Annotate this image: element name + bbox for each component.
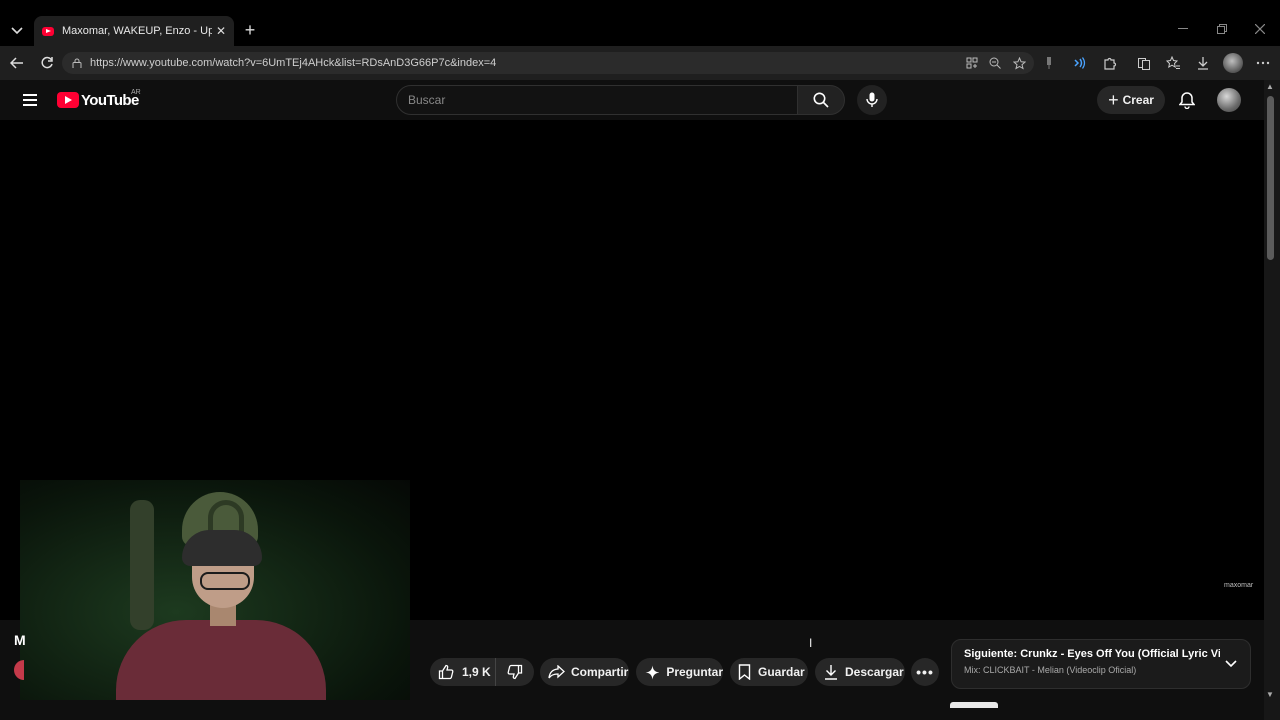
create-label: Crear bbox=[1122, 93, 1154, 107]
close-window-icon[interactable] bbox=[1250, 20, 1270, 38]
up-next-title: Crunkz - Eyes Off You (Official Lyric Vi… bbox=[1020, 648, 1220, 660]
text-cursor-icon: I bbox=[809, 636, 813, 650]
thumbs-down-icon bbox=[507, 664, 523, 680]
download-label: Descargar bbox=[845, 665, 904, 679]
minimize-icon[interactable] bbox=[1173, 20, 1193, 38]
download-button[interactable]: Descargar bbox=[815, 658, 905, 686]
video-title-fragment: M bbox=[14, 632, 26, 648]
browser-menu-icon[interactable] bbox=[1254, 54, 1272, 72]
more-actions-button[interactable]: ••• bbox=[911, 658, 939, 686]
scrollbar-thumb[interactable] bbox=[1267, 96, 1274, 260]
search-box[interactable] bbox=[396, 85, 798, 115]
tab-list-button[interactable] bbox=[6, 20, 28, 42]
star-glyph bbox=[1012, 56, 1026, 70]
address-bar[interactable]: https://www.youtube.com/watch?v=6UmTEj4A… bbox=[62, 52, 1034, 74]
dislike-button[interactable] bbox=[496, 658, 534, 686]
restore-icon[interactable] bbox=[1212, 20, 1232, 38]
favorites-icon[interactable] bbox=[1164, 54, 1182, 72]
chevron-down-icon bbox=[11, 27, 23, 35]
favorite-star-icon[interactable] bbox=[1011, 55, 1027, 71]
puzzle-glyph bbox=[1104, 57, 1117, 70]
ellipsis-glyph bbox=[1256, 61, 1270, 65]
star-list-glyph bbox=[1166, 56, 1180, 69]
split-screen-icon[interactable] bbox=[1135, 54, 1153, 72]
voice-search-button[interactable] bbox=[857, 85, 887, 115]
extensions-puzzle-icon[interactable] bbox=[1101, 54, 1119, 72]
zoom-icon[interactable] bbox=[987, 55, 1003, 71]
chevron-glyph bbox=[1225, 660, 1237, 668]
tab-title: Maxomar, WAKEUP, Enzo - Up & D bbox=[62, 25, 212, 37]
search-button[interactable] bbox=[797, 85, 845, 115]
pin-glyph bbox=[1047, 57, 1051, 69]
reload-button[interactable] bbox=[37, 53, 57, 73]
webcam-overlay bbox=[20, 480, 410, 700]
minimize-glyph bbox=[1178, 28, 1188, 29]
video-watermark: maxomar bbox=[1224, 582, 1254, 589]
pages-glyph bbox=[1138, 58, 1150, 70]
create-button[interactable]: + Crear bbox=[1097, 86, 1165, 114]
microphone-icon bbox=[866, 92, 878, 107]
ask-button[interactable]: Preguntar bbox=[636, 658, 723, 686]
like-count: 1,9 K bbox=[462, 665, 491, 679]
country-code: AR bbox=[131, 89, 141, 96]
back-button[interactable] bbox=[7, 53, 27, 73]
downloads-icon[interactable] bbox=[1194, 54, 1212, 72]
sparkle-icon bbox=[645, 665, 660, 679]
thumbs-up-icon bbox=[438, 664, 454, 680]
close-glyph bbox=[1255, 24, 1265, 34]
ask-label: Preguntar bbox=[666, 665, 723, 679]
account-avatar[interactable] bbox=[1217, 88, 1241, 112]
up-next-mix: Mix: CLICKBAIT - Melian (Videoclip Ofici… bbox=[964, 665, 1137, 675]
reload-icon bbox=[41, 56, 53, 69]
chevron-down-icon[interactable] bbox=[1224, 657, 1238, 671]
share-arrow-icon bbox=[548, 665, 565, 679]
share-button[interactable]: Compartir bbox=[540, 658, 629, 686]
app-available-icon[interactable] bbox=[964, 55, 980, 71]
back-arrow-icon bbox=[10, 57, 23, 69]
search-icon bbox=[813, 92, 829, 108]
new-tab-button[interactable]: + bbox=[240, 20, 260, 40]
share-label: Compartir bbox=[571, 665, 629, 679]
save-label: Guardar bbox=[758, 665, 805, 679]
browser-tab-active[interactable]: Maxomar, WAKEUP, Enzo - Up & D ✕ bbox=[34, 16, 234, 46]
up-next-line: Siguiente: Crunkz - Eyes Off You (Offici… bbox=[964, 648, 1220, 660]
tab-close-icon[interactable]: ✕ bbox=[216, 24, 226, 38]
guide-menu-icon[interactable] bbox=[20, 90, 40, 110]
youtube-favicon-icon bbox=[42, 26, 54, 36]
search-input[interactable] bbox=[408, 93, 778, 107]
download-glyph bbox=[1198, 57, 1208, 70]
read-aloud-icon[interactable] bbox=[1070, 54, 1088, 72]
magnifier-glyph bbox=[989, 57, 1001, 69]
glasses-shape bbox=[200, 572, 250, 590]
bell-glyph bbox=[1179, 92, 1195, 109]
save-button[interactable]: Guardar bbox=[730, 658, 808, 686]
chip-fragment[interactable] bbox=[950, 702, 998, 708]
like-button[interactable]: 1,9 K bbox=[430, 658, 496, 686]
grid-glyph bbox=[966, 57, 978, 69]
restore-glyph bbox=[1217, 24, 1227, 34]
download-arrow-icon bbox=[825, 665, 837, 680]
like-dislike-group: 1,9 K bbox=[430, 658, 534, 686]
youtube-logo[interactable]: YouTube bbox=[57, 90, 139, 110]
up-next-label: Siguiente: bbox=[964, 648, 1018, 660]
up-next-card[interactable]: Siguiente: Crunkz - Eyes Off You (Offici… bbox=[951, 639, 1251, 689]
profile-avatar[interactable] bbox=[1223, 53, 1243, 73]
sound-wave-glyph bbox=[1074, 57, 1086, 69]
hair-shape bbox=[182, 530, 262, 566]
bookmark-icon bbox=[738, 664, 751, 680]
shirt-shape bbox=[116, 620, 326, 700]
extension-pin-icon[interactable] bbox=[1040, 54, 1058, 72]
youtube-play-icon bbox=[57, 92, 79, 108]
plus-icon: + bbox=[1108, 90, 1119, 110]
url-text: https://www.youtube.com/watch?v=6UmTEj4A… bbox=[90, 57, 497, 69]
scroll-down-icon[interactable]: ▼ bbox=[1266, 690, 1274, 699]
site-info-icon[interactable] bbox=[72, 58, 82, 68]
notifications-bell-icon[interactable] bbox=[1176, 89, 1198, 111]
scroll-up-icon[interactable]: ▲ bbox=[1266, 82, 1274, 91]
chair-shape bbox=[130, 500, 154, 630]
